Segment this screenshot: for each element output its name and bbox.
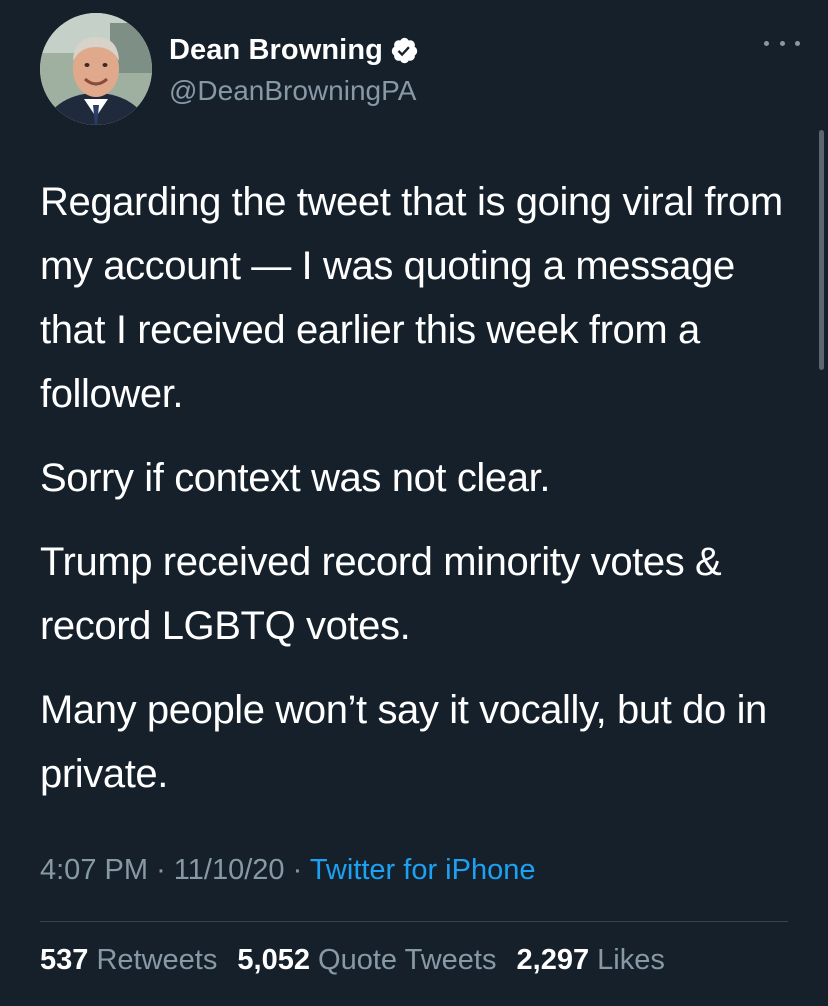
tweet-date[interactable]: 11/10/20 — [174, 854, 285, 886]
display-name[interactable]: Dean Browning — [169, 34, 383, 67]
retweets-count: 537 — [40, 944, 89, 976]
author-identity[interactable]: Dean Browning @DeanBrowningPA — [169, 31, 419, 107]
tweet-header: Dean Browning @DeanBrowningPA — [40, 13, 800, 125]
more-options-icon[interactable] — [764, 33, 800, 53]
tweet-time[interactable]: 4:07 PM — [40, 854, 148, 886]
tweet-paragraph: Many people won’t say it vocally, but do… — [40, 688, 767, 796]
quote-tweets-label: Quote Tweets — [318, 944, 497, 976]
divider — [40, 921, 788, 922]
likes-stat[interactable]: 2,297 Likes — [517, 944, 665, 976]
avatar-photo — [40, 13, 152, 125]
display-name-row: Dean Browning — [169, 31, 419, 69]
tweet-paragraph: Trump received record minority votes & r… — [40, 540, 722, 648]
avatar[interactable] — [40, 13, 152, 125]
tweet-metadata: 4:07 PM · 11/10/20 · Twitter for iPhone — [40, 854, 535, 887]
retweets-label: Retweets — [96, 944, 218, 976]
quote-tweets-count: 5,052 — [237, 944, 310, 976]
scrollbar[interactable] — [819, 130, 824, 370]
more-dot — [764, 40, 769, 46]
more-dot — [795, 40, 800, 46]
quote-tweets-stat[interactable]: 5,052 Quote Tweets — [237, 944, 496, 976]
tweet-text: Regarding the tweet that is going viral … — [40, 170, 800, 826]
likes-count: 2,297 — [516, 944, 590, 976]
meta-separator: · — [156, 854, 166, 886]
verified-badge-icon — [390, 36, 419, 65]
tweet-paragraph: Regarding the tweet that is going viral … — [40, 180, 783, 416]
likes-label: Likes — [597, 944, 665, 976]
tweet-stats: 537 Retweets 5,052 Quote Tweets 2,297 Li… — [40, 944, 665, 977]
meta-separator: · — [292, 854, 303, 886]
tweet-paragraph: Sorry if context was not clear. — [40, 456, 551, 500]
author-handle[interactable]: @DeanBrowningPA — [169, 75, 419, 107]
more-dot — [779, 40, 785, 46]
tweet-source-link[interactable]: Twitter for iPhone — [310, 854, 536, 886]
retweets-stat[interactable]: 537 Retweets — [40, 944, 217, 976]
